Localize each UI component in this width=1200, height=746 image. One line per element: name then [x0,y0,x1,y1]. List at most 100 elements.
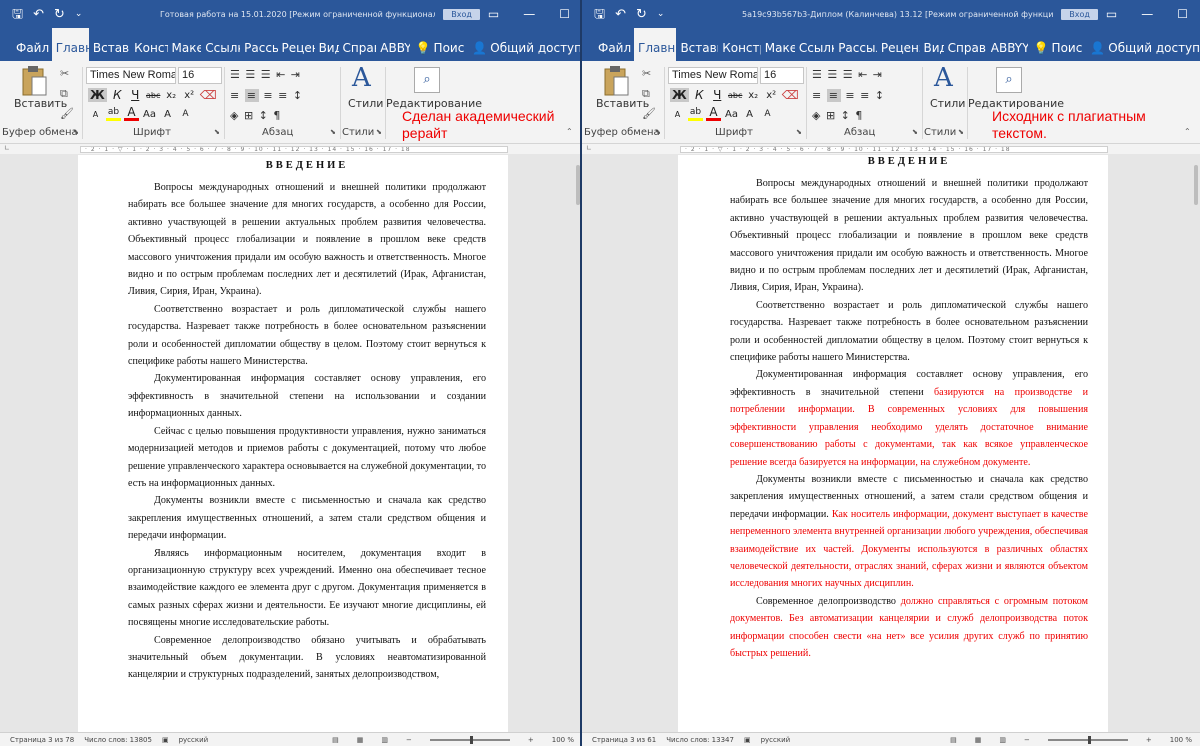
font-color-icon[interactable]: A [706,106,721,121]
ribbon-display-icon[interactable]: ▭ [488,7,499,21]
copy-icon[interactable]: ⧉ [60,87,68,101]
superscript-button[interactable]: x² [764,90,779,101]
tab-references[interactable]: Ссылки [795,41,834,61]
font-size-box[interactable]: 16 [760,67,804,84]
tab-file[interactable]: Файл [582,41,634,61]
cut-icon[interactable]: ✂ [60,67,69,80]
word-count[interactable]: Число слов: 13347 [666,736,734,744]
save-icon[interactable]: 🖫 [594,8,605,21]
font-color-icon[interactable]: A [124,106,139,121]
dialog-launcher-icon[interactable]: ⬊ [655,128,661,136]
minimize-icon[interactable]: — [523,7,535,21]
document-page[interactable]: ВВЕДЕНИЕ Вопросы международных отношений… [78,155,508,732]
align-buttons[interactable]: ≡ ≡ ≡ ≡ ↕ [230,89,303,102]
zoom-out-icon[interactable]: − [1024,736,1030,744]
document-page[interactable]: ВВЕДЕНИЕ Вопросы международных отношений… [678,155,1108,732]
web-layout-icon[interactable]: ▥ [999,736,1006,744]
format-painter-icon[interactable]: 🖌 [60,107,74,120]
styles-dialog-launcher-icon[interactable]: ⬊ [958,128,964,136]
tell-me-search[interactable]: 💡 Поис [416,41,465,61]
paragraph[interactable]: Являясь информационным носителем, докуме… [128,545,486,632]
tab-view[interactable]: Вид [315,41,339,61]
login-button[interactable]: Вход [1061,8,1098,20]
paragraph[interactable]: Сейчас с целью повышения продуктивности … [128,423,486,493]
paragraph[interactable]: Документы возникли вместе с письменность… [730,471,1088,593]
collapse-ribbon-icon[interactable]: ⌃ [1184,127,1191,136]
styles-button[interactable]: Стили [348,97,383,110]
ribbon-display-icon[interactable]: ▭ [1106,7,1117,21]
language[interactable]: русский [761,736,791,744]
paragraph[interactable]: Вопросы международных отношений и внешне… [128,179,486,301]
text-effects-icon[interactable]: A [670,110,685,119]
paragraph-dialog-launcher-icon[interactable]: ⬊ [912,128,918,136]
page-count[interactable]: Страница 3 из 61 [592,736,656,744]
italic-button[interactable]: К [110,88,125,102]
tab-review[interactable]: Рецензи [877,41,920,61]
shrink-font-icon[interactable]: A [760,109,775,119]
tab-home[interactable]: Главная [634,28,677,61]
word-count[interactable]: Число слов: 13805 [84,736,152,744]
share-button[interactable]: 👤 Общий доступ [1090,41,1200,61]
bold-button[interactable]: Ж [88,88,107,102]
bold-button[interactable]: Ж [670,88,689,102]
strikethrough-button[interactable]: abc [728,91,743,100]
align-buttons[interactable]: ≡ ≡ ≡ ≡ ↕ [812,89,885,102]
web-layout-icon[interactable]: ▥ [381,736,388,744]
tell-me-search[interactable]: 💡 Поис [1034,41,1083,61]
print-layout-icon[interactable]: ▦ [975,736,982,744]
paragraph[interactable]: Документированная информация составляет … [128,370,486,422]
redo-icon[interactable]: ↻ [636,8,647,21]
tab-design[interactable]: Констру [718,41,761,61]
document-area[interactable]: ВВЕДЕНИЕ Вопросы международных отношений… [582,155,1200,732]
underline-button[interactable]: Ч [710,88,725,102]
font-name-box[interactable]: Times New Roma [668,67,758,84]
grow-font-icon[interactable]: A [160,109,175,120]
highlight-icon[interactable]: ab [106,107,121,121]
superscript-button[interactable]: x² [182,90,197,101]
format-painter-icon[interactable]: 🖌 [642,107,656,120]
paragraph[interactable]: Документы возникли вместе с письменность… [128,492,486,544]
paragraph[interactable]: Соответственно возрастает и роль диплома… [730,297,1088,367]
document-area[interactable]: ВВЕДЕНИЕ Вопросы международных отношений… [0,155,582,732]
zoom-in-icon[interactable]: + [1146,736,1152,744]
undo-icon[interactable]: ↶ [615,8,626,21]
tab-design[interactable]: Констр [130,41,167,61]
list-buttons[interactable]: ☰ ☰ ☰ ⇤ ⇥ [230,68,301,81]
tab-file[interactable]: Файл [0,41,52,61]
horizontal-ruler[interactable]: ∟ · 2 · 1 · ▽ · 1 · 2 · 3 · 4 · 5 · 6 · … [0,144,582,154]
dialog-launcher-icon[interactable]: ⬊ [73,128,79,136]
change-case-icon[interactable]: Aa [724,109,739,120]
subscript-button[interactable]: x₂ [164,90,179,101]
zoom-in-icon[interactable]: + [528,736,534,744]
undo-icon[interactable]: ↶ [33,8,44,21]
horizontal-ruler[interactable]: ∟ · 2 · 1 · ▽ · 1 · 2 · 3 · 4 · 5 · 6 · … [582,144,1200,154]
tab-abbyy[interactable]: ABBYY [376,41,409,61]
tab-mailings[interactable]: Рассылк [834,41,877,61]
document-text[interactable]: ВВЕДЕНИЕ Вопросы международных отношений… [730,155,1088,662]
underline-button[interactable]: Ч [128,88,143,102]
shading-borders-buttons[interactable]: ◈ ⊞ ↕ ¶ [230,109,281,122]
styles-icon[interactable]: A [934,63,953,93]
page-count[interactable]: Страница 3 из 78 [10,736,74,744]
font-dialog-launcher-icon[interactable]: ⬊ [214,128,220,136]
tab-layout[interactable]: Макет [761,41,795,61]
italic-button[interactable]: К [692,88,707,102]
save-icon[interactable]: 🖫 [12,8,23,21]
proofing-icon[interactable]: ▣ [162,736,169,744]
cut-icon[interactable]: ✂ [642,67,651,80]
copy-icon[interactable]: ⧉ [642,87,650,101]
clipboard-icon[interactable] [602,65,630,97]
tab-home[interactable]: Главна [51,28,89,61]
tab-view[interactable]: Вид [920,41,944,61]
customize-icon[interactable]: ⌄ [657,8,665,21]
paragraph[interactable]: Вопросы международных отношений и внешне… [730,175,1088,297]
zoom-level[interactable]: 100 % [552,736,574,744]
list-buttons[interactable]: ☰ ☰ ☰ ⇤ ⇥ [812,68,883,81]
zoom-out-icon[interactable]: − [406,736,412,744]
document-text[interactable]: ВВЕДЕНИЕ Вопросы международных отношений… [128,159,486,684]
tab-abbyy[interactable]: ABBYY F [987,41,1028,61]
text-effects-icon[interactable]: A [88,110,103,119]
redo-icon[interactable]: ↻ [54,8,65,21]
styles-button[interactable]: Стили [930,97,965,110]
paragraph-dialog-launcher-icon[interactable]: ⬊ [330,128,336,136]
